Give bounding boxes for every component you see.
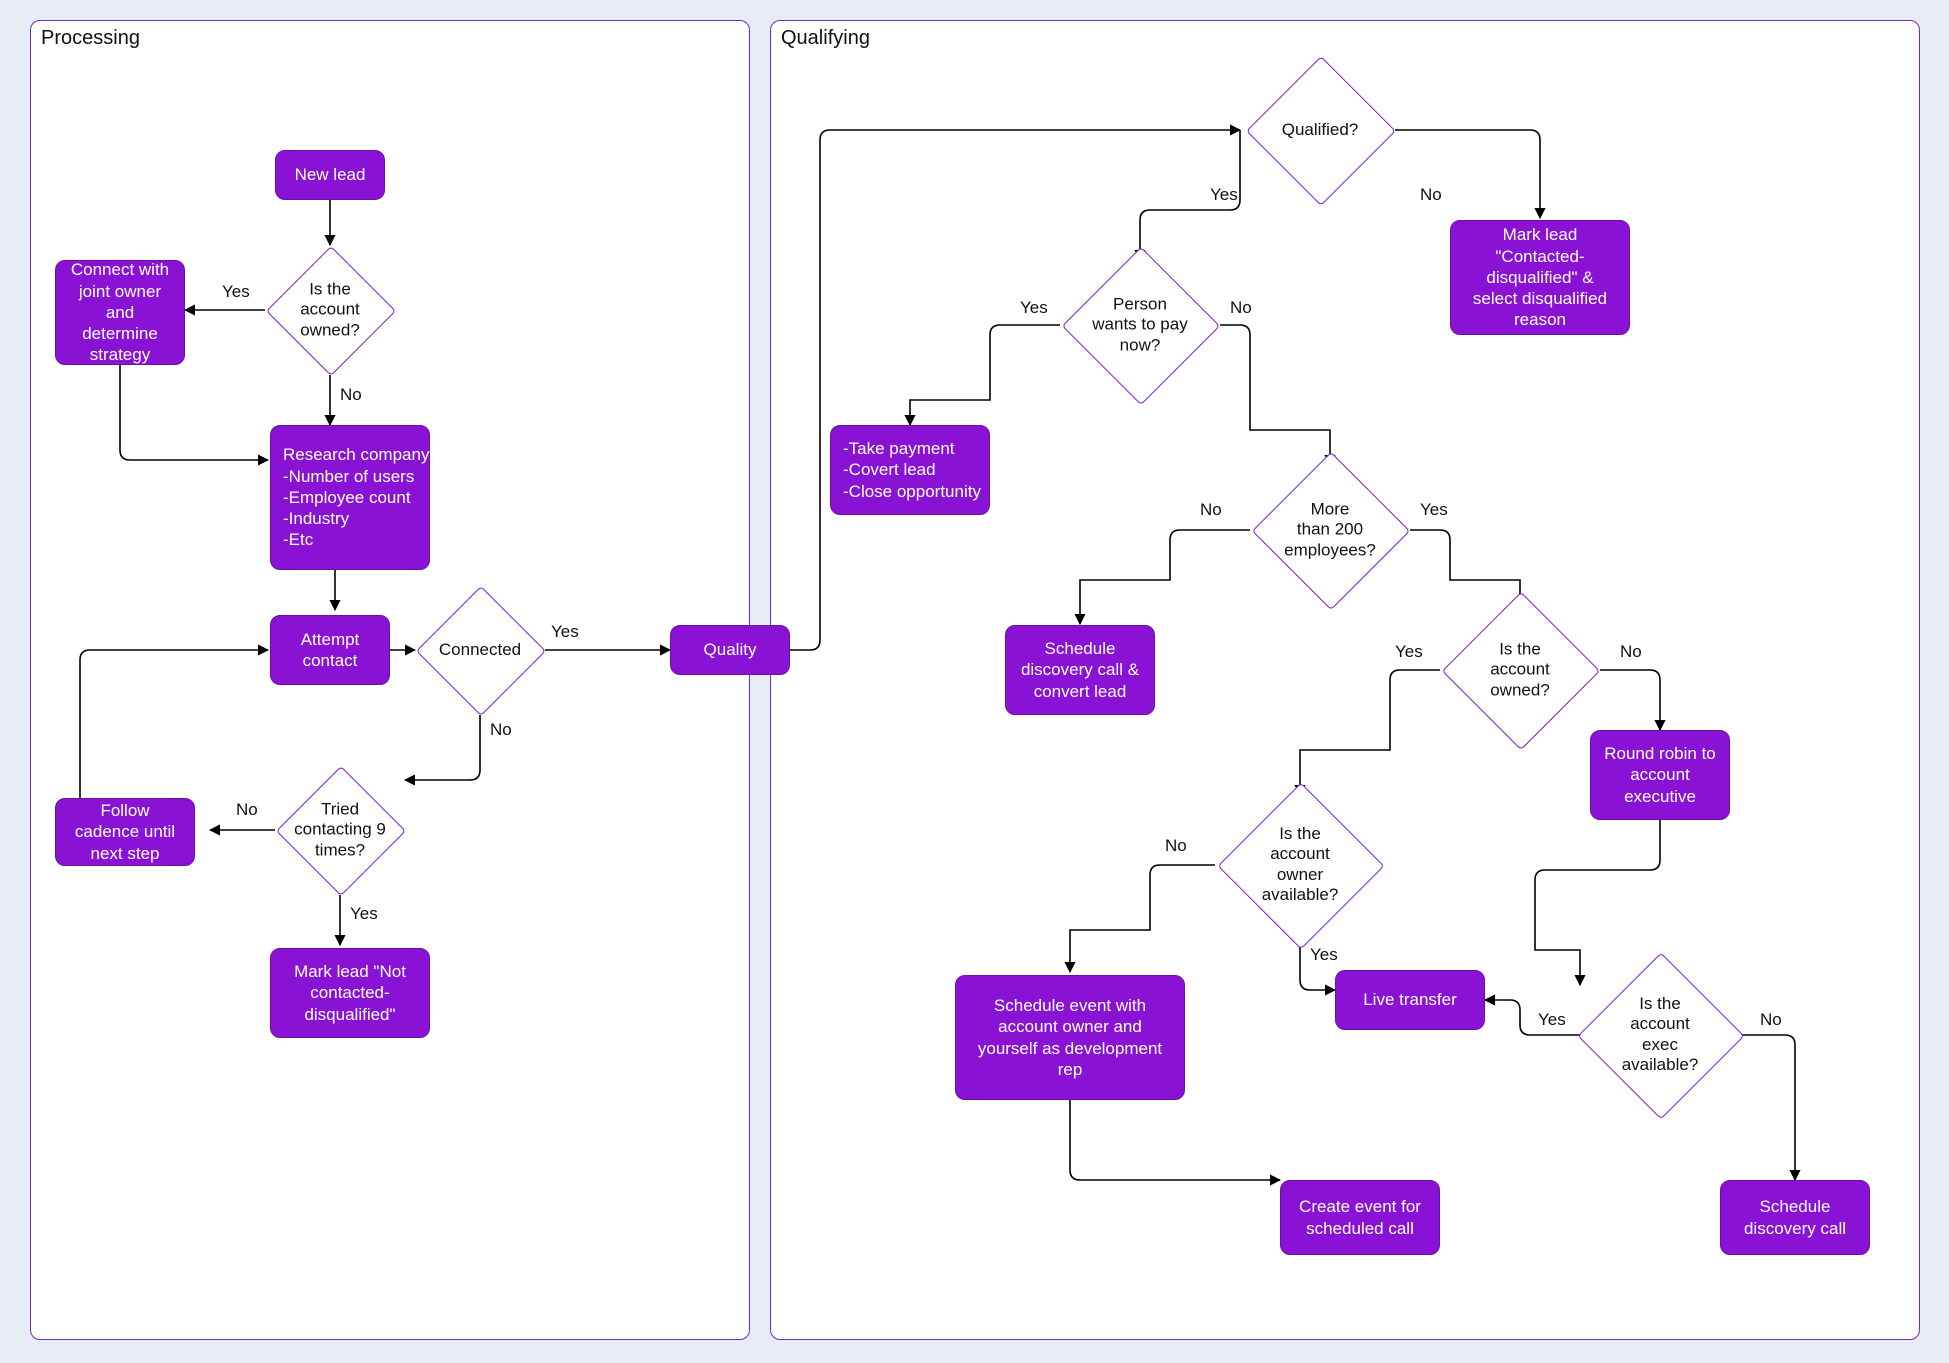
node-live-transfer: Live transfer (1335, 970, 1485, 1030)
node-create-event: Create event for scheduled call (1280, 1180, 1440, 1255)
group-processing: Processing (30, 20, 750, 1340)
node-round-robin: Round robin to account executive (1590, 730, 1730, 820)
diagram-canvas: Processing Qualifying (0, 0, 1949, 1363)
node-schedule-discovery: Schedule discovery call (1720, 1180, 1870, 1255)
node-quality: Quality (670, 625, 790, 675)
node-new-lead: New lead (275, 150, 385, 200)
node-research: Research company: -Number of users -Empl… (270, 425, 430, 570)
node-mark-contacted-disq: Mark lead "Contacted-disqualified" & sel… (1450, 220, 1630, 335)
node-schedule-discovery-convert: Schedule discovery call & convert lead (1005, 625, 1155, 715)
node-mark-not-contacted: Mark lead "Not contacted-disqualified" (270, 948, 430, 1038)
node-take-payment: -Take payment -Covert lead -Close opport… (830, 425, 990, 515)
node-attempt-contact: Attempt contact (270, 615, 390, 685)
group-qualifying: Qualifying (770, 20, 1920, 1340)
node-follow-cadence: Follow cadence until next step (55, 798, 195, 866)
group-processing-label: Processing (41, 27, 140, 50)
node-schedule-event-owner: Schedule event with account owner and yo… (955, 975, 1185, 1100)
group-qualifying-label: Qualifying (781, 27, 870, 50)
node-connect-joint: Connect with joint owner and determine s… (55, 260, 185, 365)
